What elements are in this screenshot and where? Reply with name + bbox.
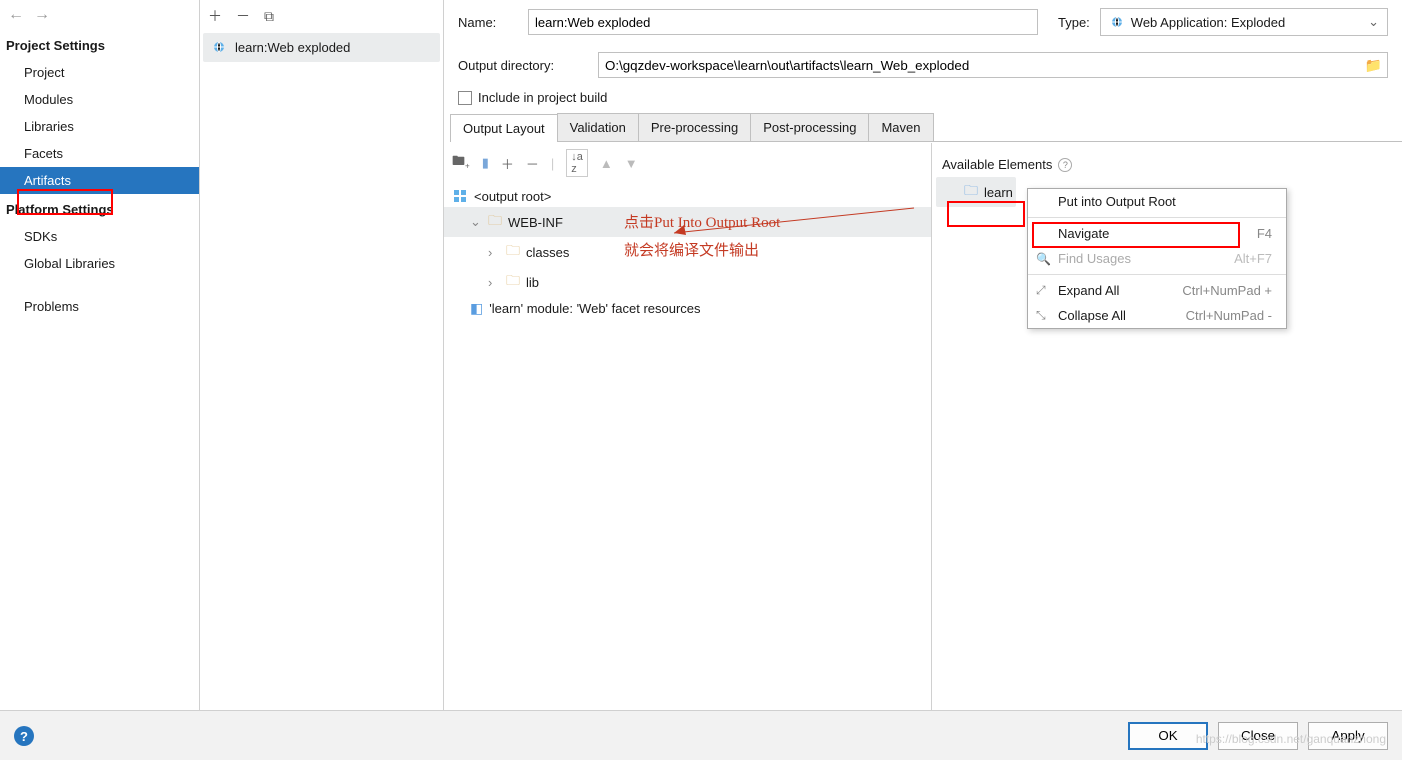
dialog-footer: OK Close Apply: [0, 710, 1402, 760]
new-archive-icon[interactable]: ▮: [482, 155, 489, 171]
output-dir-input[interactable]: [598, 52, 1388, 78]
output-root-icon: [452, 188, 468, 204]
forward-arrow-icon[interactable]: →: [34, 6, 50, 24]
tab-output-layout[interactable]: Output Layout: [450, 114, 558, 142]
sidebar-item-artifacts[interactable]: Artifacts: [0, 167, 199, 194]
tree-module-facet[interactable]: ◧ 'learn' module: 'Web' facet resources: [444, 297, 931, 320]
sidebar-item-libraries[interactable]: Libraries: [0, 113, 199, 140]
help-button[interactable]: ?: [14, 726, 34, 746]
tree-lib[interactable]: › 🗀 lib: [444, 267, 931, 297]
browse-folder-icon[interactable]: 📁: [1365, 57, 1382, 74]
remove-icon[interactable]: －: [236, 6, 250, 26]
group-platform-settings: Platform Settings: [0, 194, 199, 223]
module-label: 'learn' module: 'Web' facet resources: [489, 301, 700, 316]
chevron-right-icon: ›: [488, 245, 500, 260]
new-folder-icon[interactable]: 🖿+: [452, 152, 470, 174]
folder-icon: 🗀: [506, 270, 520, 294]
web-app-icon: [1109, 14, 1125, 30]
web-facet-icon: ◧: [470, 300, 483, 317]
tab-postprocessing[interactable]: Post-processing: [750, 113, 869, 141]
move-down-icon[interactable]: ▼: [625, 156, 638, 171]
menu-find-usages[interactable]: 🔍 Find Usages Alt+F7: [1028, 246, 1286, 271]
settings-sidebar: ← → Project Settings Project Modules Lib…: [0, 0, 200, 760]
web-exploded-icon: [211, 39, 227, 55]
artifact-type-dropdown[interactable]: Web Application: Exploded ⌄: [1100, 8, 1388, 36]
tree-output-root[interactable]: <output root>: [444, 185, 931, 207]
group-project-settings: Project Settings: [0, 30, 199, 59]
help-icon[interactable]: ?: [1058, 158, 1072, 172]
artifact-name-input[interactable]: [528, 9, 1038, 35]
sidebar-item-facets[interactable]: Facets: [0, 140, 199, 167]
watermark: https://blog.csdn.net/ganquanzhong: [1196, 732, 1386, 746]
remove-element-icon[interactable]: －: [526, 154, 539, 173]
chevron-down-icon: ⌄: [1368, 14, 1379, 30]
sort-icon[interactable]: ↓az: [566, 149, 588, 177]
menu-collapse-all[interactable]: ⤡ Collapse All Ctrl+NumPad -: [1028, 303, 1286, 328]
tab-validation[interactable]: Validation: [557, 113, 639, 141]
include-build-label: Include in project build: [478, 90, 607, 105]
search-icon: 🔍: [1036, 252, 1051, 266]
menu-navigate[interactable]: Navigate F4: [1028, 221, 1286, 246]
available-item-learn[interactable]: 🗀 learn: [936, 177, 1016, 207]
sidebar-item-global-libraries[interactable]: Global Libraries: [0, 250, 199, 277]
shortcut: F4: [1257, 226, 1272, 241]
folder-icon: 🗀: [488, 210, 502, 234]
move-up-icon[interactable]: ▲: [600, 156, 613, 171]
shortcut: Ctrl+NumPad -: [1186, 308, 1272, 323]
artifact-editor: Name: Type: Web Application: Exploded ⌄ …: [444, 0, 1402, 760]
type-value: Web Application: Exploded: [1131, 15, 1285, 30]
add-icon[interactable]: ＋: [208, 6, 222, 26]
folder-icon: 🗀: [506, 240, 520, 264]
add-copy-icon[interactable]: ＋: [501, 154, 514, 173]
sidebar-item-sdks[interactable]: SDKs: [0, 223, 199, 250]
sidebar-item-problems[interactable]: Problems: [0, 293, 199, 320]
menu-separator: [1028, 217, 1286, 218]
output-dir-label: Output directory:: [458, 58, 588, 73]
context-menu: Put into Output Root Navigate F4 🔍 Find …: [1027, 188, 1287, 329]
artifact-tabs: Output Layout Validation Pre-processing …: [450, 113, 1402, 142]
tab-maven[interactable]: Maven: [868, 113, 933, 141]
annotation-line1: 点击Put Into Output Root: [624, 211, 780, 232]
back-arrow-icon[interactable]: ←: [8, 6, 24, 24]
module-folder-icon: 🗀: [964, 180, 978, 204]
artifact-name: learn:Web exploded: [235, 40, 350, 55]
chevron-right-icon: ›: [488, 275, 500, 290]
sidebar-item-modules[interactable]: Modules: [0, 86, 199, 113]
menu-expand-all[interactable]: ⤢ Expand All Ctrl+NumPad +: [1028, 278, 1286, 303]
lib-label: lib: [526, 275, 539, 290]
classes-label: classes: [526, 245, 569, 260]
available-elements-panel: Available Elements ? 🗀 learn Put into Ou…: [932, 143, 1402, 760]
menu-put-into-output-root[interactable]: Put into Output Root: [1028, 189, 1286, 214]
output-root-label: <output root>: [474, 189, 551, 204]
webinf-label: WEB-INF: [508, 215, 563, 230]
shortcut: Ctrl+NumPad +: [1182, 283, 1272, 298]
include-build-checkbox[interactable]: [458, 91, 472, 105]
name-label: Name:: [458, 15, 518, 30]
artifact-list-panel: ＋ － ⧉ learn:Web exploded: [200, 0, 444, 760]
expand-icon: ⤢: [1036, 283, 1046, 298]
available-item-label: learn: [984, 185, 1013, 200]
sidebar-item-project[interactable]: Project: [0, 59, 199, 86]
collapse-icon: ⤡: [1036, 308, 1046, 323]
chevron-down-icon: ⌄: [470, 214, 482, 230]
copy-icon[interactable]: ⧉: [264, 8, 274, 25]
annotation-line2: 就会将编译文件输出: [624, 239, 759, 260]
available-elements-title: Available Elements: [942, 157, 1052, 172]
tab-preprocessing[interactable]: Pre-processing: [638, 113, 751, 141]
menu-separator: [1028, 274, 1286, 275]
output-layout-panel: 🖿+ ▮ ＋ － | ↓az ▲ ▼ <output root> ⌄: [444, 143, 932, 760]
type-label: Type:: [1058, 15, 1090, 30]
shortcut: Alt+F7: [1234, 251, 1272, 266]
artifact-list-item[interactable]: learn:Web exploded: [203, 33, 440, 62]
